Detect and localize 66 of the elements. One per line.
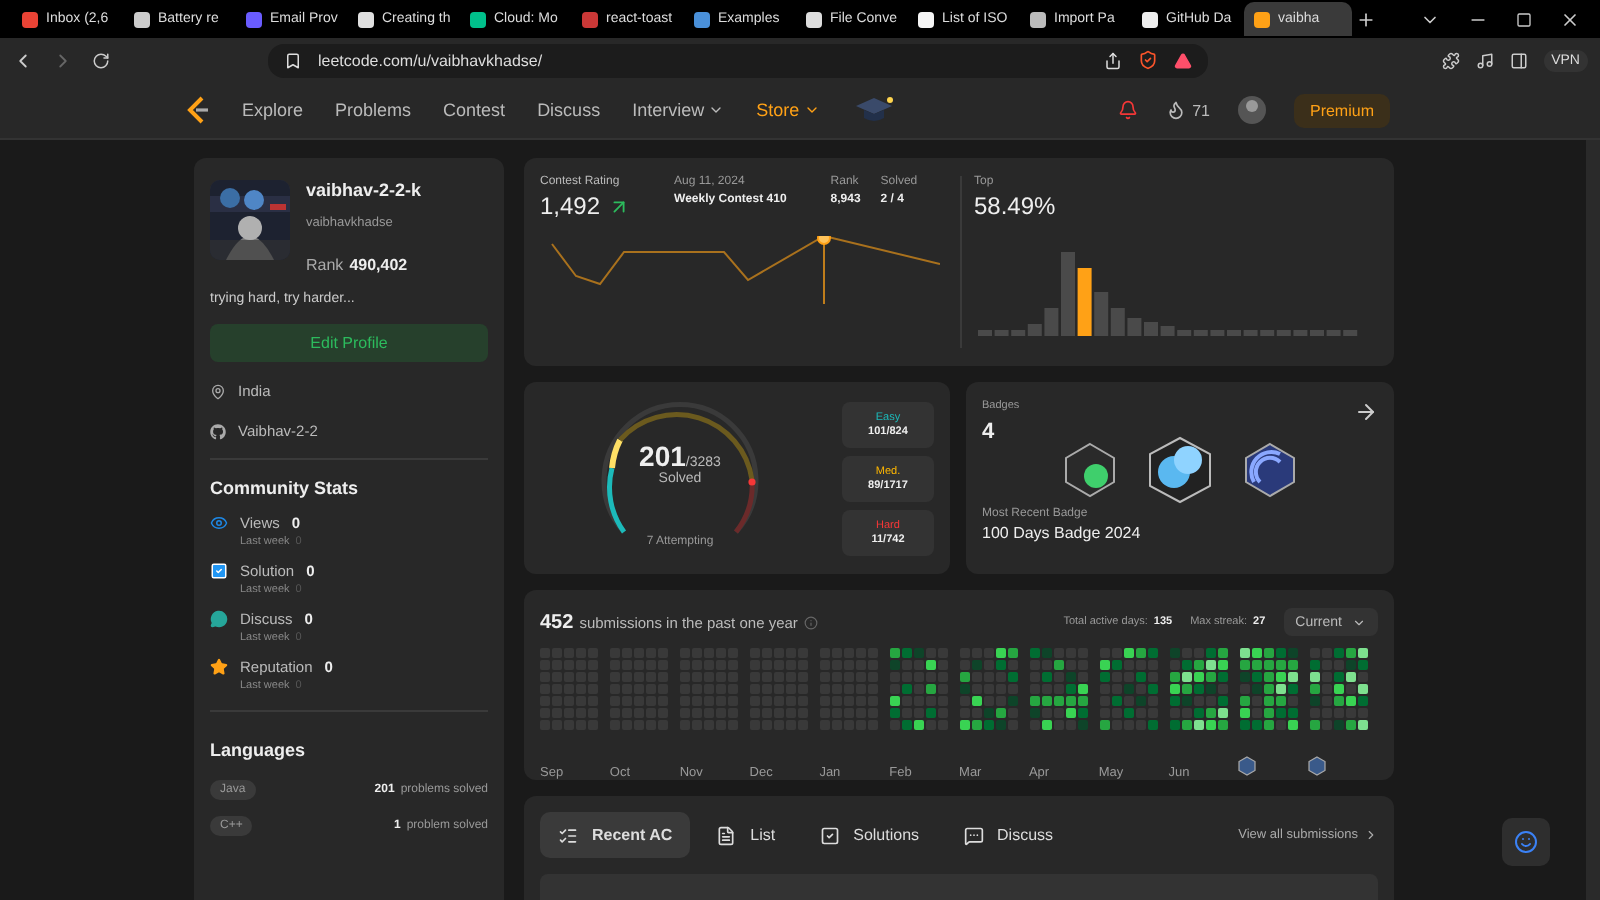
share-icon: [1104, 51, 1122, 69]
section-title: Languages: [210, 740, 308, 760]
info-icon: [803, 615, 818, 629]
nav-link[interactable]: Store: [756, 100, 820, 120]
close-icon[interactable]: [1560, 9, 1580, 29]
avatar-icon[interactable]: [1237, 96, 1266, 124]
triangle-icon: [1174, 51, 1192, 69]
new-tab-icon[interactable]: [1356, 9, 1376, 29]
chevron-icon: [1364, 828, 1378, 842]
logo-icon[interactable]: [186, 96, 210, 124]
reload-icon[interactable]: [92, 51, 110, 69]
sidebar-icon[interactable]: [1509, 51, 1528, 69]
badge-icon: [1064, 442, 1116, 498]
nav-link[interactable]: Explore: [242, 100, 304, 120]
solved-count: 201: [639, 440, 686, 472]
location-icon: [210, 383, 226, 399]
nav-link[interactable]: Discuss: [537, 100, 601, 120]
rating-value: 1,492: [540, 192, 601, 220]
puzzle-icon[interactable]: [1441, 51, 1460, 69]
submission-count: 452: [540, 611, 574, 633]
chat-icon: [210, 610, 228, 628]
bookmark-icon: [284, 51, 302, 69]
nav-link[interactable]: Problems: [335, 100, 412, 120]
badge-icon: [1238, 756, 1257, 776]
recent-badge-name: 100 Days Badge 2024: [982, 524, 1143, 542]
bell-icon[interactable]: [1118, 100, 1139, 120]
chevron-down-icon: [803, 102, 820, 118]
badge-icon: [1308, 756, 1327, 776]
eye-icon: [210, 514, 228, 532]
chevron-down-icon: [708, 102, 725, 118]
checklist-icon: [558, 825, 578, 845]
music-icon[interactable]: [1475, 51, 1494, 69]
chat-icon: [963, 825, 984, 845]
tab[interactable]: Recent AC: [540, 812, 691, 858]
checkbox-icon: [210, 562, 228, 580]
badge-icon: [1148, 436, 1212, 504]
streak-count: 71: [1192, 101, 1210, 119]
scrollbar[interactable]: [1586, 140, 1600, 900]
flame-icon: [1166, 100, 1187, 120]
top-percent: 58.49%: [974, 192, 1058, 220]
user-name: vaibhav-2-2-k: [306, 180, 422, 200]
section-title: Community Stats: [210, 478, 361, 498]
badge-icon: [1244, 442, 1296, 498]
badges-count: 4: [982, 420, 995, 444]
arrow-right-icon[interactable]: [1354, 400, 1378, 424]
tab[interactable]: Solutions: [801, 812, 938, 858]
chevron-down-icon: [1352, 615, 1366, 629]
maximize-icon[interactable]: [1516, 11, 1532, 27]
star-icon: [210, 658, 228, 676]
nav-link[interactable]: Interview: [632, 100, 725, 120]
tab[interactable]: List: [698, 812, 794, 858]
checkbox-icon: [819, 825, 840, 845]
rank-value: 490,402: [349, 256, 408, 274]
trend-up-icon: [608, 195, 631, 217]
github-icon: [210, 423, 226, 439]
nav-link[interactable]: Contest: [443, 100, 506, 120]
rank-label: Rank: [306, 256, 344, 274]
graduation-cap-icon[interactable]: [851, 94, 896, 126]
edit-profile-button[interactable]: Edit Profile: [210, 324, 488, 362]
premium-button[interactable]: Premium: [1293, 93, 1390, 127]
shield-icon: [1138, 50, 1158, 70]
feedback-button[interactable]: [1502, 818, 1550, 866]
address-field[interactable]: leetcode.com/u/vaibhavkhadse/: [268, 43, 1208, 77]
smiley-icon: [1514, 830, 1538, 854]
tab[interactable]: Discuss: [945, 812, 1072, 858]
document-icon: [716, 825, 737, 845]
